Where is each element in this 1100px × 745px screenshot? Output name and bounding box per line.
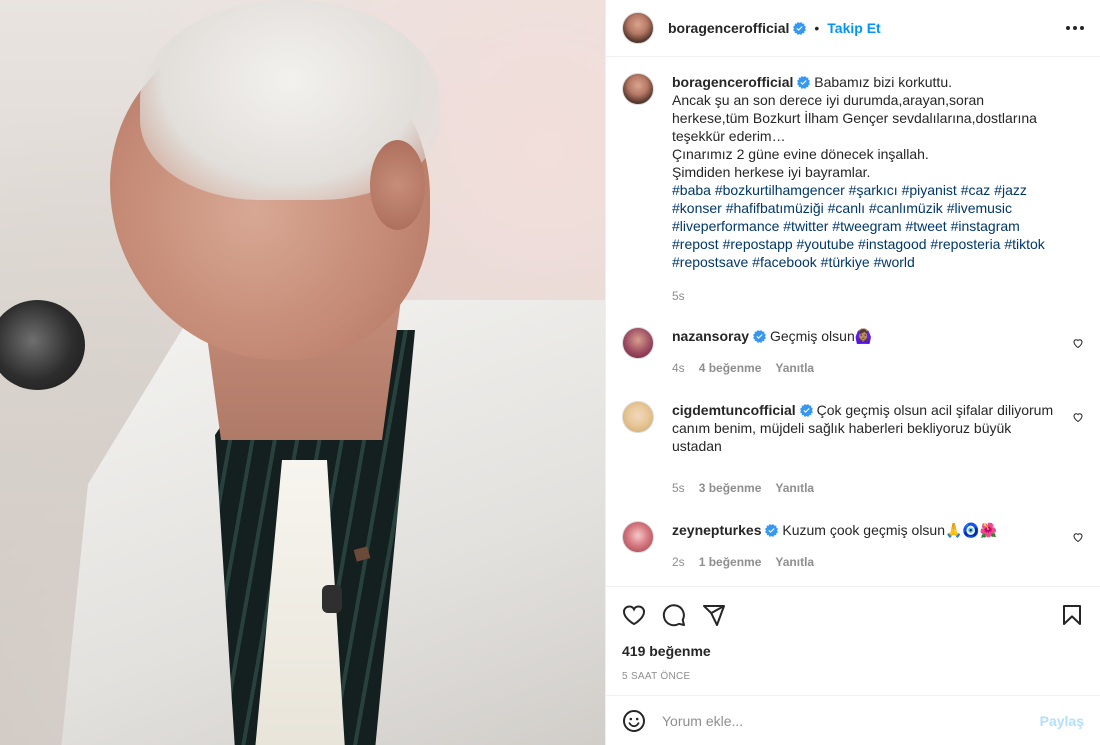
caption-line: Çınarımız 2 güne evine dönecek inşallah. (672, 146, 929, 162)
separator-dot: • (814, 20, 820, 36)
reply-button[interactable]: Yanıtla (775, 479, 814, 497)
caption-username[interactable]: boragencerofficial (672, 74, 811, 90)
add-comment-bar: Paylaş (606, 695, 1100, 745)
photo-lapel-clip (322, 585, 342, 613)
caption-username-text[interactable]: boragencerofficial (672, 74, 793, 90)
comment-meta: 5s 3 beğenme Yanıtla (672, 479, 1054, 497)
comment-age: 4s (672, 361, 685, 375)
caption-age: 5s (672, 289, 685, 303)
comment-username[interactable]: nazansoray (672, 328, 767, 344)
likes-count[interactable]: 419 beğenme (622, 643, 1084, 659)
verified-badge-icon (799, 404, 813, 417)
post-side-panel: boragencerofficial • Takip Et boragencer… (605, 0, 1100, 745)
caption-line: Babamız bizi korkuttu. (814, 74, 952, 90)
comment-likes[interactable]: 4 beğenme (699, 359, 762, 377)
verified-badge-icon (797, 76, 811, 89)
comment-username-text[interactable]: zeynepturkes (672, 522, 761, 538)
save-bookmark-icon[interactable] (1060, 603, 1084, 627)
avatar[interactable] (622, 73, 654, 105)
comment-content: cigdemtuncofficial Çok geçmiş olsun acil… (672, 401, 1084, 497)
post-time: 5 SAAT ÖNCE (622, 671, 691, 682)
comment-username[interactable]: zeynepturkes (672, 522, 779, 538)
comment-username[interactable]: cigdemtuncofficial (672, 402, 813, 418)
comment-content: zeynepturkes Kuzum çook geçmiş olsun🙏🧿🌺 … (672, 521, 1084, 571)
more-options-icon[interactable] (1066, 26, 1084, 30)
comment-item: zeynepturkes Kuzum çook geçmiş olsun🙏🧿🌺 … (622, 521, 1084, 571)
comment-bubble-icon[interactable] (662, 603, 686, 627)
verified-badge-icon (765, 524, 779, 537)
post-image[interactable] (0, 0, 605, 745)
like-comment-heart-icon[interactable] (1072, 531, 1084, 543)
comment-text: Kuzum çook geçmiş olsun🙏🧿🌺 (782, 522, 998, 538)
verified-badge-icon (753, 330, 767, 343)
post-header: boragencerofficial • Takip Et (606, 0, 1100, 57)
caption-hashtags[interactable]: #baba #bozkurtilhamgencer #şarkıcı #piya… (672, 182, 1045, 270)
emoji-icon[interactable] (622, 709, 646, 733)
comments-list[interactable]: boragencerofficial Babamız bizi korkuttu… (606, 57, 1100, 585)
caption: boragencerofficial Babamız bizi korkuttu… (622, 73, 1084, 305)
reply-button[interactable]: Yanıtla (775, 359, 814, 377)
post-username-text[interactable]: boragencerofficial (668, 20, 789, 36)
comment-likes[interactable]: 3 beğenme (699, 479, 762, 497)
like-heart-icon[interactable] (622, 603, 646, 627)
photo-ear (370, 140, 425, 230)
like-comment-heart-icon[interactable] (1072, 337, 1084, 349)
comment-likes[interactable]: 1 beğenme (699, 553, 762, 571)
comment-age: 5s (672, 481, 685, 495)
avatar[interactable] (622, 12, 654, 44)
action-icons (622, 601, 1084, 629)
share-send-icon[interactable] (702, 603, 726, 627)
avatar[interactable] (622, 521, 654, 553)
comment-item: cigdemtuncofficial Çok geçmiş olsun acil… (622, 401, 1084, 497)
comment-meta: 2s 1 beğenme Yanıtla (672, 553, 1054, 571)
comment-meta: 4s 4 beğenme Yanıtla (672, 359, 1054, 377)
like-comment-heart-icon[interactable] (1072, 411, 1084, 423)
avatar[interactable] (622, 327, 654, 359)
post-comment-button[interactable]: Paylaş (1040, 713, 1084, 729)
follow-button[interactable]: Takip Et (827, 20, 880, 36)
post-actions: 419 beğenme 5 SAAT ÖNCE (606, 586, 1100, 682)
caption-meta: 5s (672, 287, 1054, 305)
comment-input[interactable] (662, 712, 1040, 729)
post-username[interactable]: boragencerofficial (668, 20, 807, 36)
caption-line: Ancak şu an son derece iyi durumda,araya… (672, 92, 1037, 144)
comment-content: nazansoray Geçmiş olsun🙆🏽‍♀️ 4s 4 beğenm… (672, 327, 1084, 377)
caption-content: boragencerofficial Babamız bizi korkuttu… (672, 73, 1084, 305)
comment-item: nazansoray Geçmiş olsun🙆🏽‍♀️ 4s 4 beğenm… (622, 327, 1084, 377)
reply-button[interactable]: Yanıtla (775, 553, 814, 571)
avatar[interactable] (622, 401, 654, 433)
comment-text: Geçmiş olsun🙆🏽‍♀️ (769, 328, 873, 344)
caption-line: Şimdiden herkese iyi bayramlar. (672, 164, 871, 180)
comment-username-text[interactable]: cigdemtuncofficial (672, 402, 796, 418)
verified-badge-icon (793, 22, 807, 35)
comment-username-text[interactable]: nazansoray (672, 328, 749, 344)
comment-age: 2s (672, 555, 685, 569)
